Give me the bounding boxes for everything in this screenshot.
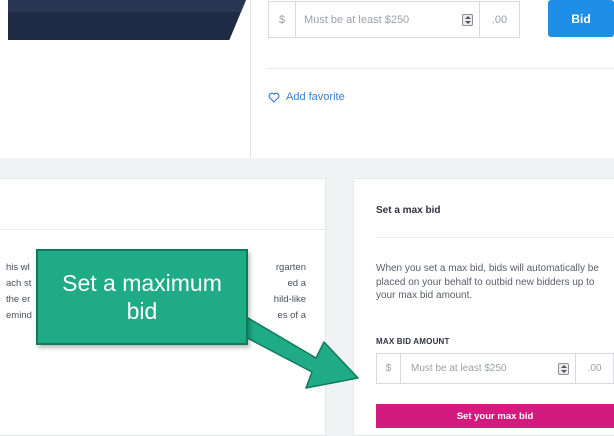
max-bid-amount-input[interactable]: Must be at least $250 [401, 353, 576, 384]
callout-text: Set a maximum bid [62, 270, 222, 324]
description-card-divider [0, 229, 325, 230]
max-bid-description: When you set a max bid, bids will automa… [376, 263, 599, 301]
section-divider [250, 0, 251, 158]
product-image [8, 0, 246, 40]
max-bid-card [353, 178, 614, 436]
description-fragment: his wl [6, 262, 30, 273]
description-fragment: ach st [6, 278, 32, 289]
max-bid-amount-label: MAX BID AMOUNT [376, 337, 450, 346]
max-bid-cents-suffix: .00 [576, 353, 614, 384]
max-bid-title: Set a max bid [376, 205, 441, 216]
favorite-divider [268, 68, 614, 69]
bid-amount-placeholder: Must be at least $250 [304, 13, 410, 26]
description-fragment: rgarten [275, 262, 306, 273]
description-fragment: ed a [287, 278, 307, 289]
max-bid-form: $ Must be at least $250 .00 [376, 353, 614, 384]
bid-amount-input[interactable]: Must be at least $250 [296, 1, 480, 38]
annotation-callout: Set a maximum bid [36, 249, 248, 345]
heart-icon [268, 92, 280, 103]
set-max-bid-button[interactable]: Set your max bid [376, 404, 614, 428]
max-bid-amount-placeholder: Must be at least $250 [411, 363, 507, 374]
bid-cents-suffix: .00 [480, 1, 520, 38]
add-favorite-link[interactable]: Add favorite [268, 91, 345, 103]
max-bid-amount-stepper[interactable] [558, 363, 569, 375]
add-favorite-label: Add favorite [286, 91, 345, 103]
bid-button[interactable]: Bid [548, 0, 614, 37]
bid-amount-stepper[interactable] [462, 14, 473, 26]
max-bid-divider [376, 237, 614, 238]
bid-currency-prefix: $ [268, 1, 296, 38]
bid-form: $ Must be at least $250 .00 [268, 1, 520, 38]
max-bid-currency-prefix: $ [376, 353, 401, 384]
description-fragment: es of a [277, 310, 306, 321]
description-fragment: the er [6, 294, 31, 305]
description-fragment: emind [6, 310, 32, 321]
description-fragment: hild-like [273, 294, 306, 305]
